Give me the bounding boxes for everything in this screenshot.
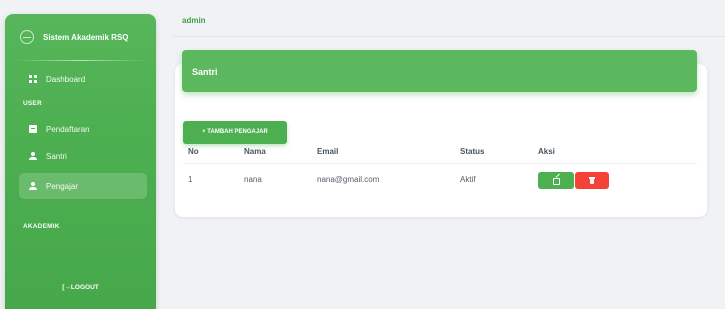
card-header: Santri <box>182 50 697 92</box>
section-akademik: AKADEMIK <box>23 223 60 230</box>
logout-button[interactable]: [→LOGOUT <box>5 284 156 291</box>
edit-icon <box>552 177 560 185</box>
dashboard-icon <box>29 75 37 83</box>
table-header-divider <box>183 163 697 164</box>
column-header-no: No <box>188 147 199 156</box>
trash-icon <box>589 177 595 184</box>
document-icon <box>29 125 37 133</box>
sidebar-item-label: Dashboard <box>46 74 86 84</box>
edit-button[interactable] <box>538 172 574 189</box>
sidebar-item-pendaftaran[interactable]: Pendaftaran <box>19 116 147 142</box>
table-cell-nama: nana <box>244 175 262 184</box>
column-header-aksi: Aksi <box>538 147 555 156</box>
add-pengajar-button[interactable]: + TAMBAH PENGAJAR <box>183 121 287 144</box>
sidebar-divider <box>13 60 148 61</box>
table-cell-no: 1 <box>188 175 193 184</box>
column-header-nama: Nama <box>244 147 266 156</box>
table-cell-email: nana@gmail.com <box>317 175 380 184</box>
user-icon <box>29 182 37 190</box>
column-header-status: Status <box>460 147 485 156</box>
column-header-email: Email <box>317 147 339 156</box>
sidebar-item-label: Pendaftaran <box>46 124 90 134</box>
sidebar-item-pengajar[interactable]: Pengajar <box>19 173 147 199</box>
sidebar: Sistem Akademik RSQ Dashboard USER Penda… <box>5 14 156 309</box>
user-icon <box>29 152 37 160</box>
logo-icon <box>20 30 34 44</box>
delete-button[interactable] <box>575 172 609 189</box>
sidebar-item-label: Santri <box>46 151 67 161</box>
topbar-divider <box>172 36 725 37</box>
table-cell-status: Aktif <box>460 175 476 184</box>
sidebar-item-label: Pengajar <box>46 181 79 191</box>
sidebar-item-santri[interactable]: Santri <box>19 143 147 169</box>
section-user: USER <box>23 100 42 107</box>
brand-title: Sistem Akademik RSQ <box>43 32 129 42</box>
sidebar-item-dashboard[interactable]: Dashboard <box>19 66 147 92</box>
topbar-username[interactable]: admin <box>182 16 206 25</box>
sidebar-brand[interactable]: Sistem Akademik RSQ <box>5 14 156 60</box>
